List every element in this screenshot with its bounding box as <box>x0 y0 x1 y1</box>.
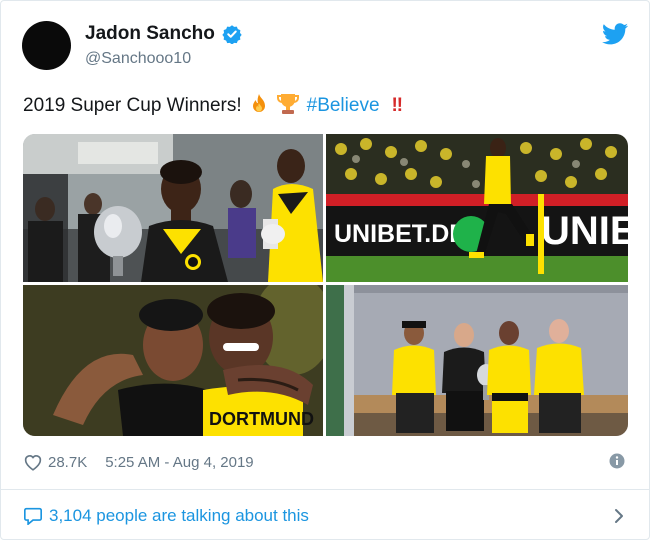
twitter-bird-icon[interactable] <box>602 23 628 45</box>
tweet-body: 2019 Super Cup Winners! <box>23 94 242 116</box>
unibet-board-text: UNIBET.DE <box>334 220 466 248</box>
avatar[interactable] <box>22 21 71 70</box>
photo-stadium-celebration[interactable]: UNIBET.DE UNIE <box>326 134 628 282</box>
tweet-text: 2019 Super Cup Winners! #Believe ‼ <box>23 93 404 118</box>
photo-team-with-trophy[interactable] <box>326 285 628 436</box>
media-grid[interactable]: UNIBET.DE UNIE DORTMUND <box>23 134 628 436</box>
photo-hug-dortmund[interactable]: DORTMUND <box>23 285 323 436</box>
author-handle[interactable]: @Sanchooo10 <box>85 50 191 68</box>
conversation-link[interactable]: 3,104 people are talking about this <box>23 504 629 528</box>
speech-bubble-icon <box>23 507 42 525</box>
hashtag-link[interactable]: #Believe <box>307 95 380 117</box>
conversation-label[interactable]: 3,104 people are talking about this <box>49 506 309 526</box>
like-count[interactable]: 28.7K <box>48 454 87 471</box>
info-icon[interactable] <box>609 453 625 469</box>
heart-icon[interactable] <box>23 453 43 471</box>
double-exclamation-emoji-icon: ‼ <box>391 94 404 116</box>
dortmund-jersey-text: DORTMUND <box>209 409 314 429</box>
tweet-meta: 28.7K 5:25 AM - Aug 4, 2019 <box>23 451 629 473</box>
author-name[interactable]: Jadon Sancho <box>85 23 215 45</box>
photo-locker-room-trophy[interactable] <box>23 134 323 282</box>
verified-badge-icon <box>222 25 242 44</box>
author-name-row[interactable]: Jadon Sancho <box>85 23 242 45</box>
trophy-emoji-icon <box>276 93 300 118</box>
fire-emoji-icon <box>248 93 270 118</box>
divider <box>1 489 649 490</box>
chevron-right-icon[interactable] <box>613 507 625 525</box>
unibet-board-text-2: UNIE <box>541 209 628 253</box>
timestamp[interactable]: 5:25 AM - Aug 4, 2019 <box>105 454 253 471</box>
tweet-card: Jadon Sancho @Sanchooo10 2019 Super Cup … <box>0 0 650 540</box>
